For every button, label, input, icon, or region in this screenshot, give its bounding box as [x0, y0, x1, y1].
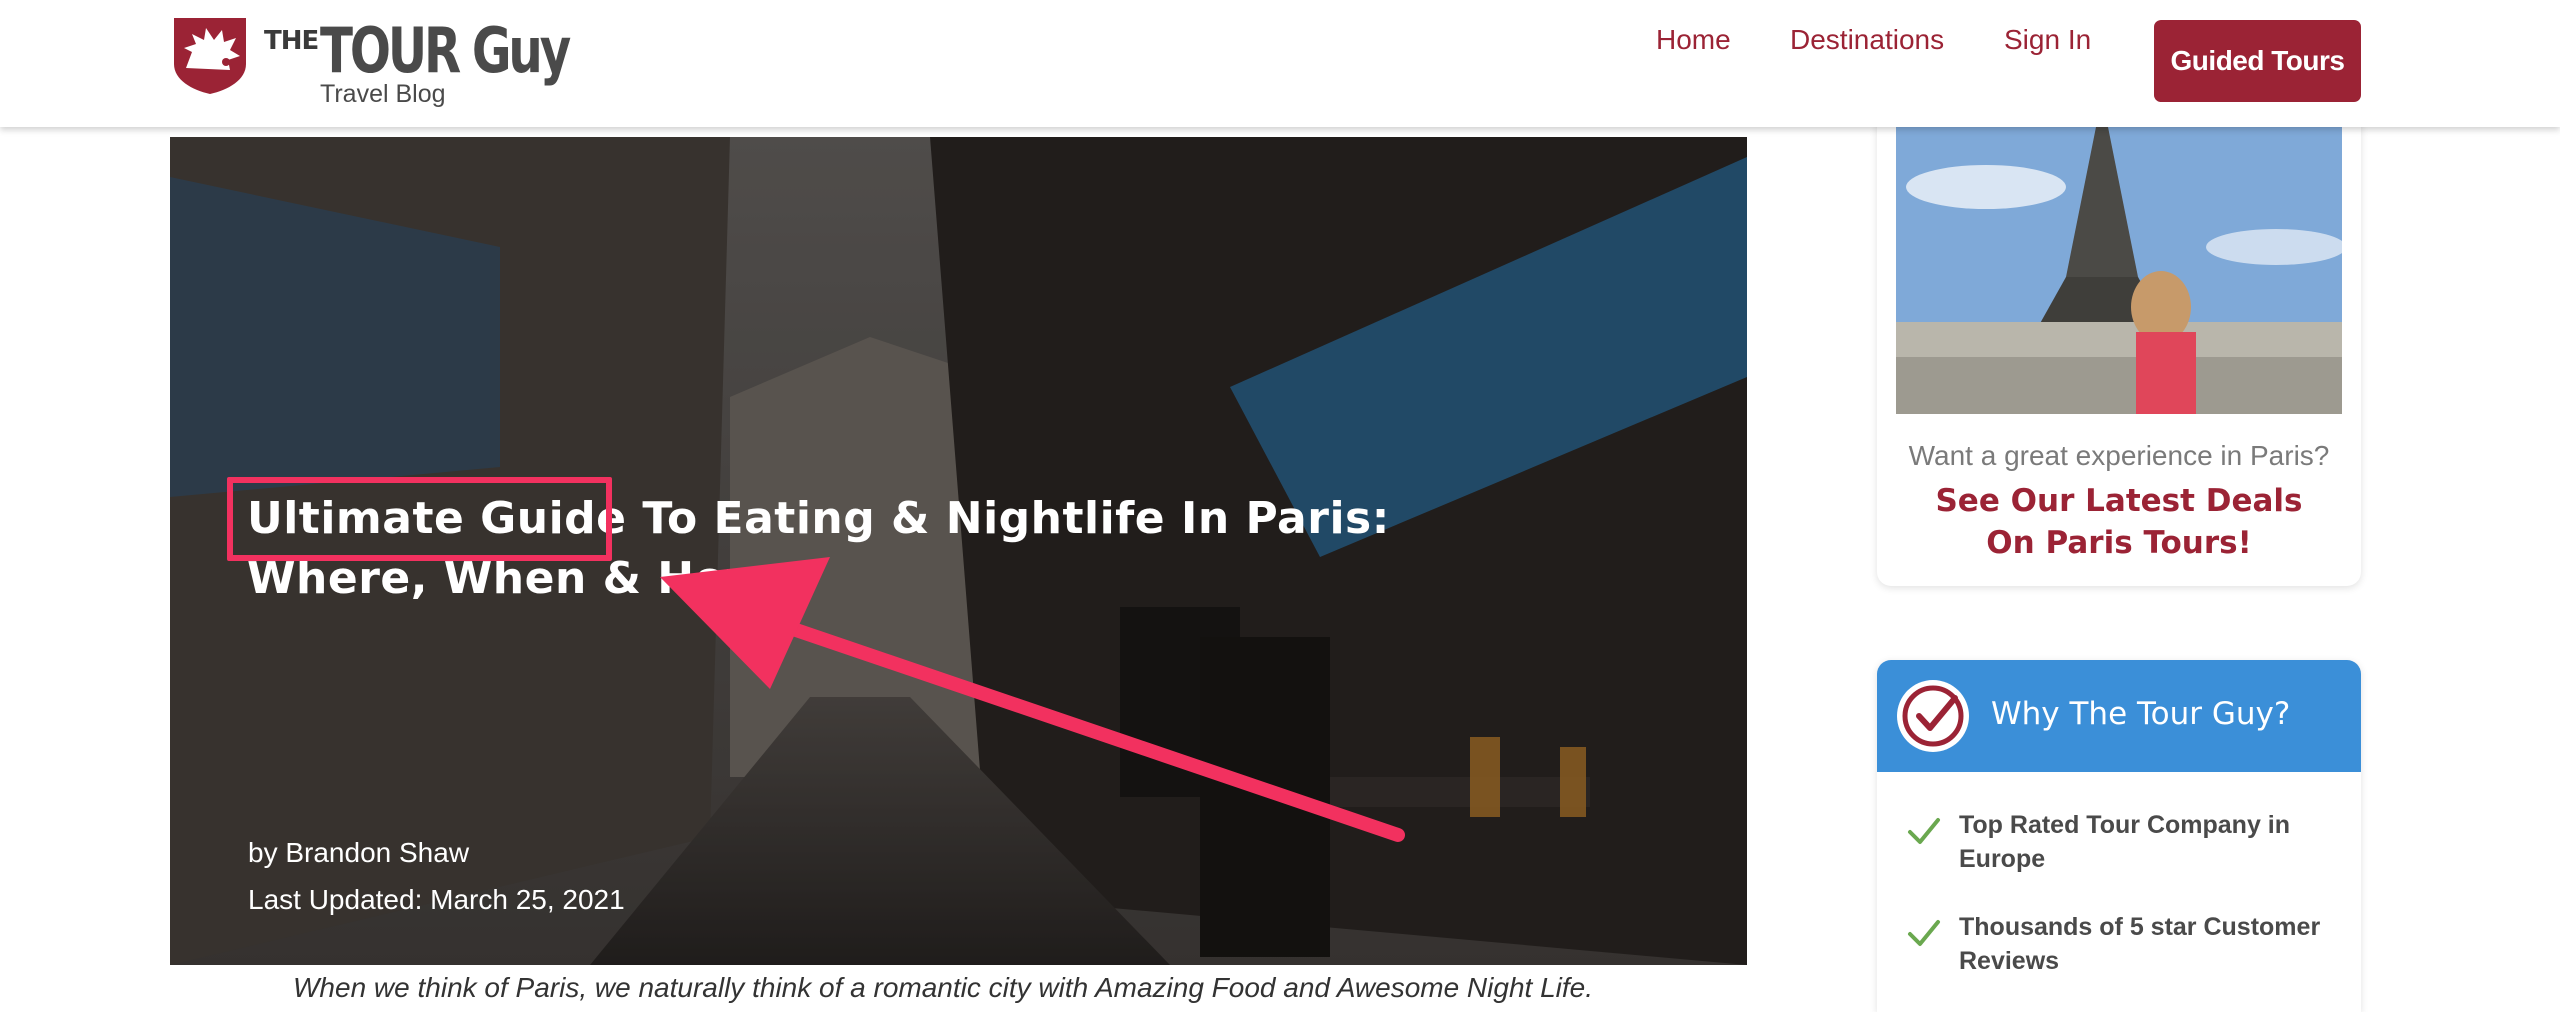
guided-tours-button[interactable]: Guided Tours: [2154, 20, 2361, 102]
nav-destinations[interactable]: Destinations: [1790, 24, 1944, 56]
paris-deals-link[interactable]: See Our Latest Deals On Paris Tours!: [1917, 480, 2321, 564]
why-item-text: Top Rated Tour Company in Europe: [1959, 811, 2291, 873]
hero-banner: Ultimate Guide To Eating & Nightlife In …: [170, 137, 1747, 965]
logo-the: THE: [264, 26, 319, 56]
why-item-text: Thousands of 5 star Customer Reviews: [1959, 913, 2321, 975]
check-icon: [1908, 818, 1940, 844]
check-badge-icon: [1897, 680, 1969, 752]
nav-sign-in[interactable]: Sign In: [2004, 24, 2091, 56]
logo-brand: TOUR Guy: [320, 14, 571, 87]
site-header: THE TOUR Guy Travel Blog Home Destinatio…: [0, 0, 2560, 127]
article-updated-date: Last Updated: March 25, 2021: [248, 884, 625, 915]
site-logo[interactable]: THE TOUR Guy Travel Blog: [168, 12, 571, 116]
nav-home[interactable]: Home: [1656, 24, 1731, 56]
eiffel-tower-image: [1896, 127, 2342, 414]
paris-deals-card[interactable]: Want a great experience in Paris? See Ou…: [1877, 100, 2361, 586]
promo-question: Want a great experience in Paris?: [1908, 440, 2330, 471]
check-icon: [1908, 920, 1940, 946]
why-card-header: Why The Tour Guy?: [1877, 660, 2361, 772]
why-tour-guy-card: Why The Tour Guy? Top Rated Tour Company…: [1877, 660, 2361, 1012]
hedgehog-badge-icon: [174, 18, 246, 94]
why-card-title: Why The Tour Guy?: [1991, 696, 2291, 732]
article-author[interactable]: by Brandon Shaw: [248, 837, 469, 869]
image-caption: When we think of Paris, we naturally thi…: [293, 972, 1594, 1003]
logo-subtitle: Travel Blog: [320, 80, 446, 108]
